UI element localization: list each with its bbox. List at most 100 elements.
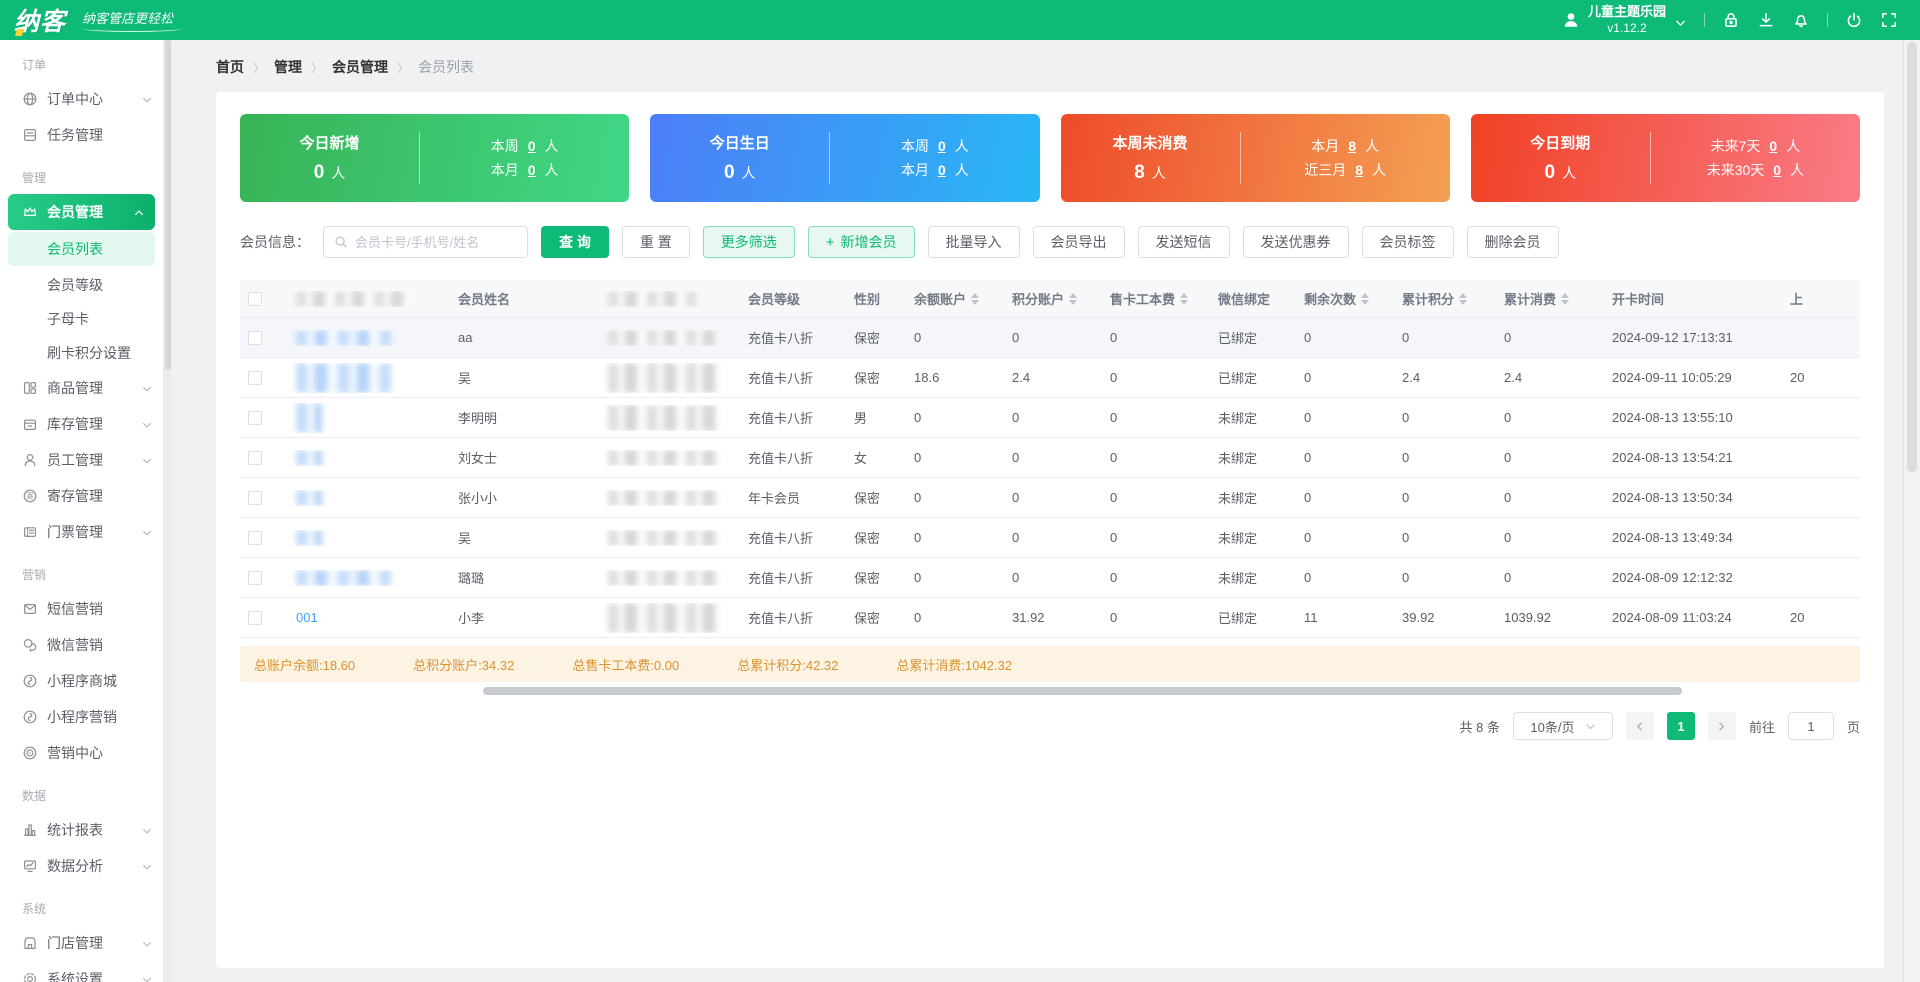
sidebar-item-数据分析[interactable]: 数据分析 (0, 848, 163, 884)
sort-icon[interactable] (1361, 292, 1370, 305)
window-scrollbar[interactable] (1903, 40, 1920, 982)
row-checkbox[interactable] (248, 330, 262, 345)
page-number-1[interactable]: 1 (1666, 712, 1695, 740)
add-member-button[interactable]: + 新增会员 (807, 226, 915, 258)
stat-card-sub-value[interactable]: 8 (1348, 138, 1356, 154)
sidebar-item-统计报表[interactable]: 统计报表 (0, 812, 163, 848)
sidebar-item-营销中心[interactable]: 营销中心 (0, 735, 163, 771)
lock-icon[interactable] (1722, 11, 1740, 29)
breadcrumb-item-首页[interactable]: 首页 (216, 57, 244, 77)
cell-card-no[interactable]: 001 (288, 610, 450, 625)
row-checkbox[interactable] (248, 490, 262, 505)
sort-icon[interactable] (1069, 292, 1078, 305)
cell-card_fee: 0 (1110, 530, 1118, 545)
row-checkbox-cell (240, 370, 288, 385)
sidebar-item-门票管理[interactable]: 门票管理 (0, 514, 163, 550)
row-checkbox[interactable] (248, 370, 262, 385)
sidebar-item-商品管理[interactable]: 商品管理 (0, 370, 163, 406)
action-button-会员导出[interactable]: 会员导出 (1032, 226, 1125, 258)
row-checkbox[interactable] (248, 450, 262, 465)
action-button-发送优惠券[interactable]: 发送优惠券 (1242, 226, 1349, 258)
power-icon[interactable] (1845, 11, 1863, 29)
sidebar-item-小程序营销[interactable]: 小程序营销 (0, 699, 163, 735)
globe-icon (22, 91, 38, 107)
stat-card-sub-value[interactable]: 0 (938, 162, 946, 178)
row-checkbox[interactable] (248, 530, 262, 545)
sidebar-subitem-子母卡[interactable]: 子母卡 (0, 302, 163, 336)
page-size-select[interactable]: 10条/页 (1512, 712, 1613, 740)
row-checkbox-cell (240, 450, 288, 465)
sidebar-item-订单中心[interactable]: 订单中心 (0, 81, 163, 117)
sort-icon[interactable] (1561, 292, 1570, 305)
select-all-checkbox[interactable] (248, 291, 262, 306)
column-header-redacted (600, 290, 740, 307)
cell-total_spend: 0 (1504, 410, 1512, 425)
stat-card-sub-value[interactable]: 0 (938, 138, 946, 154)
sidebar-item-会员管理[interactable]: 会员管理 (8, 194, 155, 230)
action-button-批量导入[interactable]: 批量导入 (927, 226, 1020, 258)
stat-card-sub-value[interactable]: 0 (528, 138, 536, 154)
horizontal-scrollbar-thumb[interactable] (483, 687, 1682, 695)
sidebar-subitem-刷卡积分设置[interactable]: 刷卡积分设置 (0, 336, 163, 370)
sidebar-scrollbar[interactable] (163, 40, 172, 982)
goto-page-input[interactable] (1787, 712, 1834, 740)
column-header-余额账户[interactable]: 余额账户 (906, 289, 1004, 308)
sidebar-subitem-会员列表[interactable]: 会员列表 (8, 232, 155, 266)
sidebar-item-label: 营销中心 (47, 745, 103, 761)
stat-card-sub-value[interactable]: 0 (528, 162, 536, 178)
reset-button[interactable]: 重 置 (621, 226, 690, 258)
card-no-link[interactable]: 001 (296, 610, 318, 625)
redacted-card-no (296, 329, 391, 346)
cell-total_spend: 2.4 (1504, 370, 1523, 385)
row-checkbox[interactable] (248, 570, 262, 585)
sidebar-item-任务管理[interactable]: 任务管理 (0, 117, 163, 153)
row-checkbox[interactable] (248, 410, 262, 425)
sidebar-item-小程序商城[interactable]: 小程序商城 (0, 663, 163, 699)
sidebar-item-短信营销[interactable]: 短信营销 (0, 591, 163, 627)
action-button-删除会员[interactable]: 删除会员 (1466, 226, 1559, 258)
column-header-积分账户[interactable]: 积分账户 (1004, 289, 1102, 308)
cell-remaining: 0 (1304, 490, 1312, 505)
stat-card-sub-value[interactable]: 0 (1773, 162, 1781, 178)
bell-icon[interactable] (1792, 11, 1810, 29)
chevron-down-icon (141, 937, 153, 949)
row-checkbox[interactable] (248, 610, 262, 625)
sidebar-item-库存管理[interactable]: 库存管理 (0, 406, 163, 442)
download-icon[interactable] (1757, 11, 1775, 29)
sort-icon[interactable] (1180, 292, 1189, 305)
sidebar-item-门店管理[interactable]: 门店管理 (0, 925, 163, 961)
more-filter-button[interactable]: 更多筛选 (702, 226, 795, 258)
chevron-down-icon[interactable] (1674, 14, 1687, 27)
column-header-累计消费[interactable]: 累计消费 (1496, 289, 1604, 308)
next-page-button[interactable] (1707, 712, 1736, 740)
breadcrumb-item-会员管理[interactable]: 会员管理 (332, 57, 388, 77)
search-button[interactable]: 查 询 (541, 226, 609, 258)
prev-page-button[interactable] (1625, 712, 1654, 740)
cell-balance: 0 (914, 610, 922, 625)
sidebar-subitem-会员等级[interactable]: 会员等级 (0, 268, 163, 302)
account-menu[interactable]: 儿童主题乐园 v1.12.2 (1562, 4, 1687, 35)
cell-gender: 保密 (854, 331, 881, 346)
sidebar-item-寄存管理[interactable]: 寄 寄存管理 (0, 478, 163, 514)
sort-icon[interactable] (1459, 292, 1468, 305)
sidebar-item-员工管理[interactable]: 员工管理 (0, 442, 163, 478)
action-button-发送短信[interactable]: 发送短信 (1137, 226, 1230, 258)
sort-icon[interactable] (971, 292, 980, 305)
stat-card-sub-value[interactable]: 8 (1355, 162, 1363, 178)
breadcrumb-item-管理[interactable]: 管理 (274, 57, 302, 77)
cell-wechat: 未绑定 (1218, 411, 1258, 426)
column-header-售卡工本费[interactable]: 售卡工本费 (1102, 289, 1210, 308)
column-header-累计积分[interactable]: 累计积分 (1394, 289, 1496, 308)
search-input[interactable] (355, 234, 517, 250)
fullscreen-icon[interactable] (1880, 11, 1898, 29)
action-button-会员标签[interactable]: 会员标签 (1361, 226, 1454, 258)
stat-card-title: 本周未消费 (1112, 135, 1188, 152)
member-search-input[interactable] (323, 226, 528, 258)
cell-balance: 0 (914, 450, 922, 465)
select-all-checkbox-cell[interactable] (240, 291, 288, 306)
column-header-剩余次数[interactable]: 剩余次数 (1296, 289, 1394, 308)
sidebar-item-系统设置[interactable]: 系统设置 (0, 961, 163, 982)
sidebar-item-微信营销[interactable]: 微信营销 (0, 627, 163, 663)
cell-card-no (288, 489, 450, 506)
stat-card-sub-value[interactable]: 0 (1769, 138, 1777, 154)
